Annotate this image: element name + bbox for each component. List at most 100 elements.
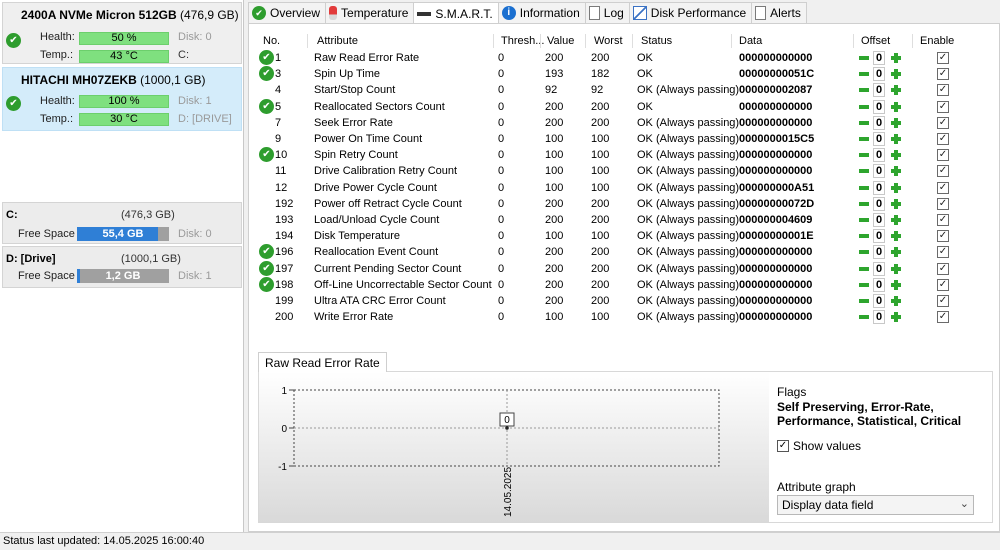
tab-smart[interactable]: S.M.A.R.T. <box>413 2 499 24</box>
disk-card-0[interactable]: 2400A NVMe Micron 512GB (476,9 GB) ✔ Hea… <box>2 2 242 64</box>
minus-icon[interactable] <box>858 100 870 113</box>
offset-value[interactable]: 0 <box>873 51 885 65</box>
enable-checkbox[interactable]: ✓ <box>937 116 949 129</box>
col-header-no[interactable]: No. <box>263 35 280 47</box>
plus-icon[interactable] <box>890 117 902 129</box>
offset-value[interactable]: 0 <box>873 115 885 130</box>
tab-temperature[interactable]: Temperature <box>325 2 415 23</box>
offset-value[interactable]: 0 <box>873 213 885 227</box>
enable-checkbox[interactable]: ✓ <box>937 181 949 194</box>
offset-value[interactable]: 0 <box>873 148 885 163</box>
plus-icon[interactable] <box>890 279 902 291</box>
plus-icon[interactable] <box>890 52 902 64</box>
offset-value[interactable]: 0 <box>873 261 885 276</box>
table-row[interactable]: ✔ 197 Current Pending Sector Count 0 200 200 O… <box>257 260 957 277</box>
offset-value[interactable]: 0 <box>873 310 885 325</box>
plus-icon[interactable] <box>890 182 902 194</box>
col-header-threshold[interactable]: Thresh... <box>501 35 544 47</box>
volume-card-c[interactable]: C: (476,3 GB) Free Space 55,4 GB Disk: 0 <box>2 202 242 244</box>
offset-value[interactable]: 0 <box>873 245 885 260</box>
plus-icon[interactable] <box>890 198 902 210</box>
table-row[interactable]: 193 Load/Unload Cycle Count 0 200 200 OK (Alw… <box>257 212 957 228</box>
enable-checkbox[interactable]: ✓ <box>937 262 949 275</box>
plus-icon[interactable] <box>890 165 902 177</box>
tab-overview[interactable]: ✔ Overview <box>248 2 327 23</box>
plus-icon[interactable] <box>890 295 902 307</box>
show-values-label[interactable]: Show values <box>793 439 861 453</box>
plus-icon[interactable] <box>890 68 902 80</box>
minus-icon[interactable] <box>858 116 870 129</box>
offset-value[interactable]: 0 <box>873 67 885 82</box>
offset-value[interactable]: 0 <box>873 294 885 308</box>
offset-value[interactable]: 0 <box>873 180 885 195</box>
enable-checkbox[interactable]: ✓ <box>937 52 949 64</box>
enable-checkbox[interactable]: ✓ <box>937 230 949 243</box>
minus-icon[interactable] <box>858 68 870 81</box>
col-header-status[interactable]: Status <box>641 35 672 47</box>
table-row[interactable]: ✔ 1 Raw Read Error Rate 0 200 200 OK 0000000000… <box>257 50 957 66</box>
enable-checkbox[interactable]: ✓ <box>937 246 949 259</box>
offset-value[interactable]: 0 <box>873 277 885 292</box>
table-row[interactable]: ✔ 198 Off-Line Uncorrectable Sector Count 0… <box>257 276 957 293</box>
plus-icon[interactable] <box>890 84 902 96</box>
enable-checkbox[interactable]: ✓ <box>937 133 949 145</box>
enable-checkbox[interactable]: ✓ <box>937 84 949 97</box>
minus-icon[interactable] <box>858 181 870 194</box>
show-values-checkbox[interactable]: ✓ <box>777 440 789 452</box>
plus-icon[interactable] <box>890 263 902 275</box>
minus-icon[interactable] <box>858 52 870 64</box>
col-header-worst[interactable]: Worst <box>594 35 623 47</box>
offset-value[interactable]: 0 <box>873 164 885 179</box>
minus-icon[interactable] <box>858 84 870 97</box>
tab-log[interactable]: Log <box>584 2 630 23</box>
enable-checkbox[interactable]: ✓ <box>937 311 949 324</box>
plus-icon[interactable] <box>890 101 902 113</box>
minus-icon[interactable] <box>858 278 870 291</box>
offset-value[interactable]: 0 <box>873 132 885 146</box>
table-row[interactable]: 200 Write Error Rate 0 100 100 OK (Always pas… <box>257 309 957 325</box>
table-row[interactable]: 194 Disk Temperature 0 100 100 OK (Always pas… <box>257 228 957 244</box>
table-row[interactable]: ✔ 10 Spin Retry Count 0 100 100 OK (Always pas… <box>257 147 957 163</box>
graph-tab[interactable]: Raw Read Error Rate <box>258 352 387 372</box>
table-row[interactable]: 9 Power On Time Count 0 100 100 OK (Always pa… <box>257 131 957 147</box>
enable-checkbox[interactable]: ✓ <box>937 197 949 210</box>
minus-icon[interactable] <box>858 197 870 210</box>
plus-icon[interactable] <box>890 214 902 226</box>
table-row[interactable]: 199 Ultra ATA CRC Error Count 0 200 200 OK (A… <box>257 293 957 309</box>
minus-icon[interactable] <box>858 262 870 275</box>
plus-icon[interactable] <box>890 246 902 258</box>
minus-icon[interactable] <box>858 311 870 324</box>
minus-icon[interactable] <box>858 295 870 307</box>
plus-icon[interactable] <box>890 149 902 161</box>
table-row[interactable]: 4 Start/Stop Count 0 92 92 OK (Always passing… <box>257 82 957 98</box>
minus-icon[interactable] <box>858 214 870 226</box>
offset-value[interactable]: 0 <box>873 99 885 114</box>
col-header-attribute[interactable]: Attribute <box>317 35 358 47</box>
enable-checkbox[interactable]: ✓ <box>937 295 949 307</box>
minus-icon[interactable] <box>858 149 870 162</box>
offset-value[interactable]: 0 <box>873 229 885 244</box>
table-row[interactable]: 12 Drive Power Cycle Count 0 100 100 OK (Alwa… <box>257 180 957 196</box>
minus-icon[interactable] <box>858 246 870 259</box>
tab-alerts[interactable]: Alerts <box>751 2 807 23</box>
plus-icon[interactable] <box>890 133 902 145</box>
col-header-offset[interactable]: Offset <box>861 35 890 47</box>
offset-value[interactable]: 0 <box>873 196 885 211</box>
minus-icon[interactable] <box>858 133 870 145</box>
volume-card-d[interactable]: D: [Drive] (1000,1 GB) Free Space 1,2 GB… <box>2 246 242 288</box>
disk-card-1[interactable]: HITACHI MH07ZEKB (1000,1 GB) ✔ Health: 1… <box>2 67 242 131</box>
plus-icon[interactable] <box>890 230 902 242</box>
plus-icon[interactable] <box>890 311 902 323</box>
enable-checkbox[interactable]: ✓ <box>937 149 949 162</box>
col-header-enable[interactable]: Enable <box>920 35 954 47</box>
enable-checkbox[interactable]: ✓ <box>937 68 949 81</box>
enable-checkbox[interactable]: ✓ <box>937 278 949 291</box>
enable-checkbox[interactable]: ✓ <box>937 165 949 178</box>
attribute-graph-select[interactable]: Display data field ⌄ <box>777 495 974 515</box>
table-row[interactable]: 7 Seek Error Rate 0 200 200 OK (Always passin… <box>257 115 957 131</box>
enable-checkbox[interactable]: ✓ <box>937 214 949 226</box>
table-row[interactable]: 11 Drive Calibration Retry Count 0 100 100 OK… <box>257 163 957 179</box>
enable-checkbox[interactable]: ✓ <box>937 100 949 113</box>
table-row[interactable]: 192 Power off Retract Cycle Count 0 200 200 O… <box>257 196 957 212</box>
minus-icon[interactable] <box>858 165 870 178</box>
